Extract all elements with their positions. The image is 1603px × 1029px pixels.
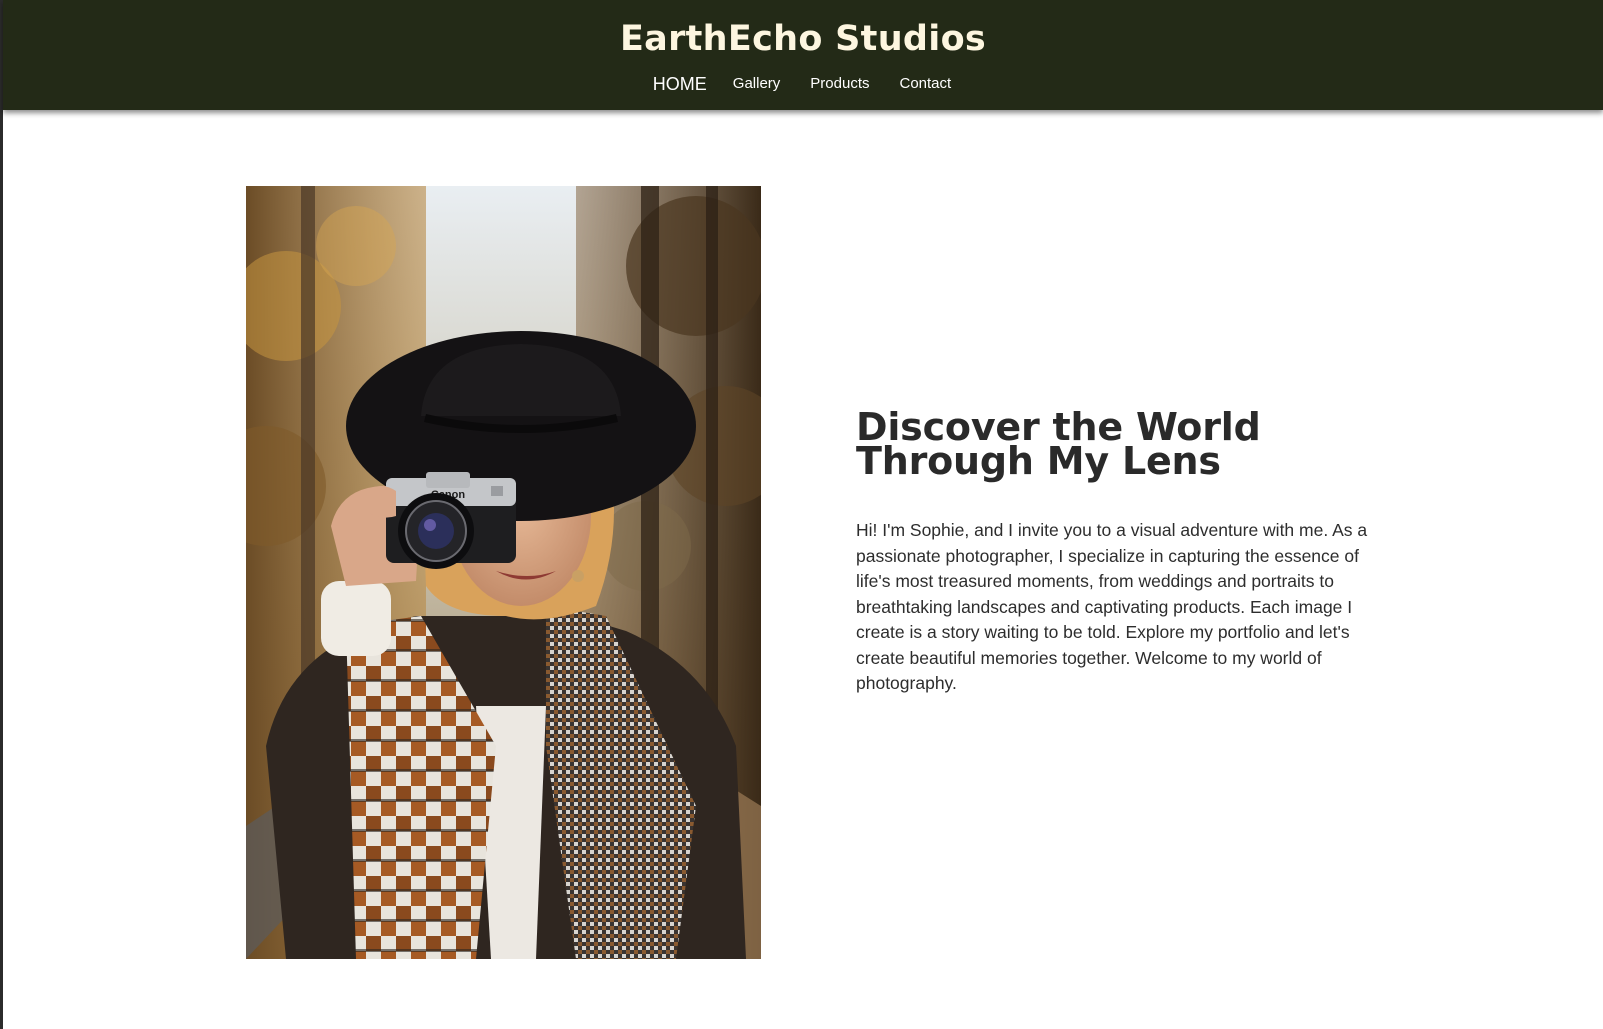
nav-products[interactable]: Products (795, 72, 884, 96)
photographer-image: Canon (246, 186, 761, 959)
main-nav: HOME Gallery Products Contact (3, 72, 1603, 96)
hero-description: Hi! I'm Sophie, and I invite you to a vi… (856, 520, 1368, 693)
site-brand[interactable]: EarthEcho Studios (3, 14, 1603, 64)
page: EarthEcho Studios HOME Gallery Products … (0, 0, 1603, 1029)
window-edge (0, 0, 3, 1029)
hero-intro: Discover the World Through My Lens Hi! I… (856, 405, 1376, 697)
site-header: EarthEcho Studios HOME Gallery Products … (3, 0, 1603, 110)
nav-home[interactable]: HOME (640, 72, 718, 96)
nav-gallery[interactable]: Gallery (718, 72, 796, 96)
nav-contact[interactable]: Contact (885, 72, 967, 96)
hero-title: Discover the World Through My Lens (856, 405, 1261, 483)
hero-photo: Canon (246, 186, 761, 959)
